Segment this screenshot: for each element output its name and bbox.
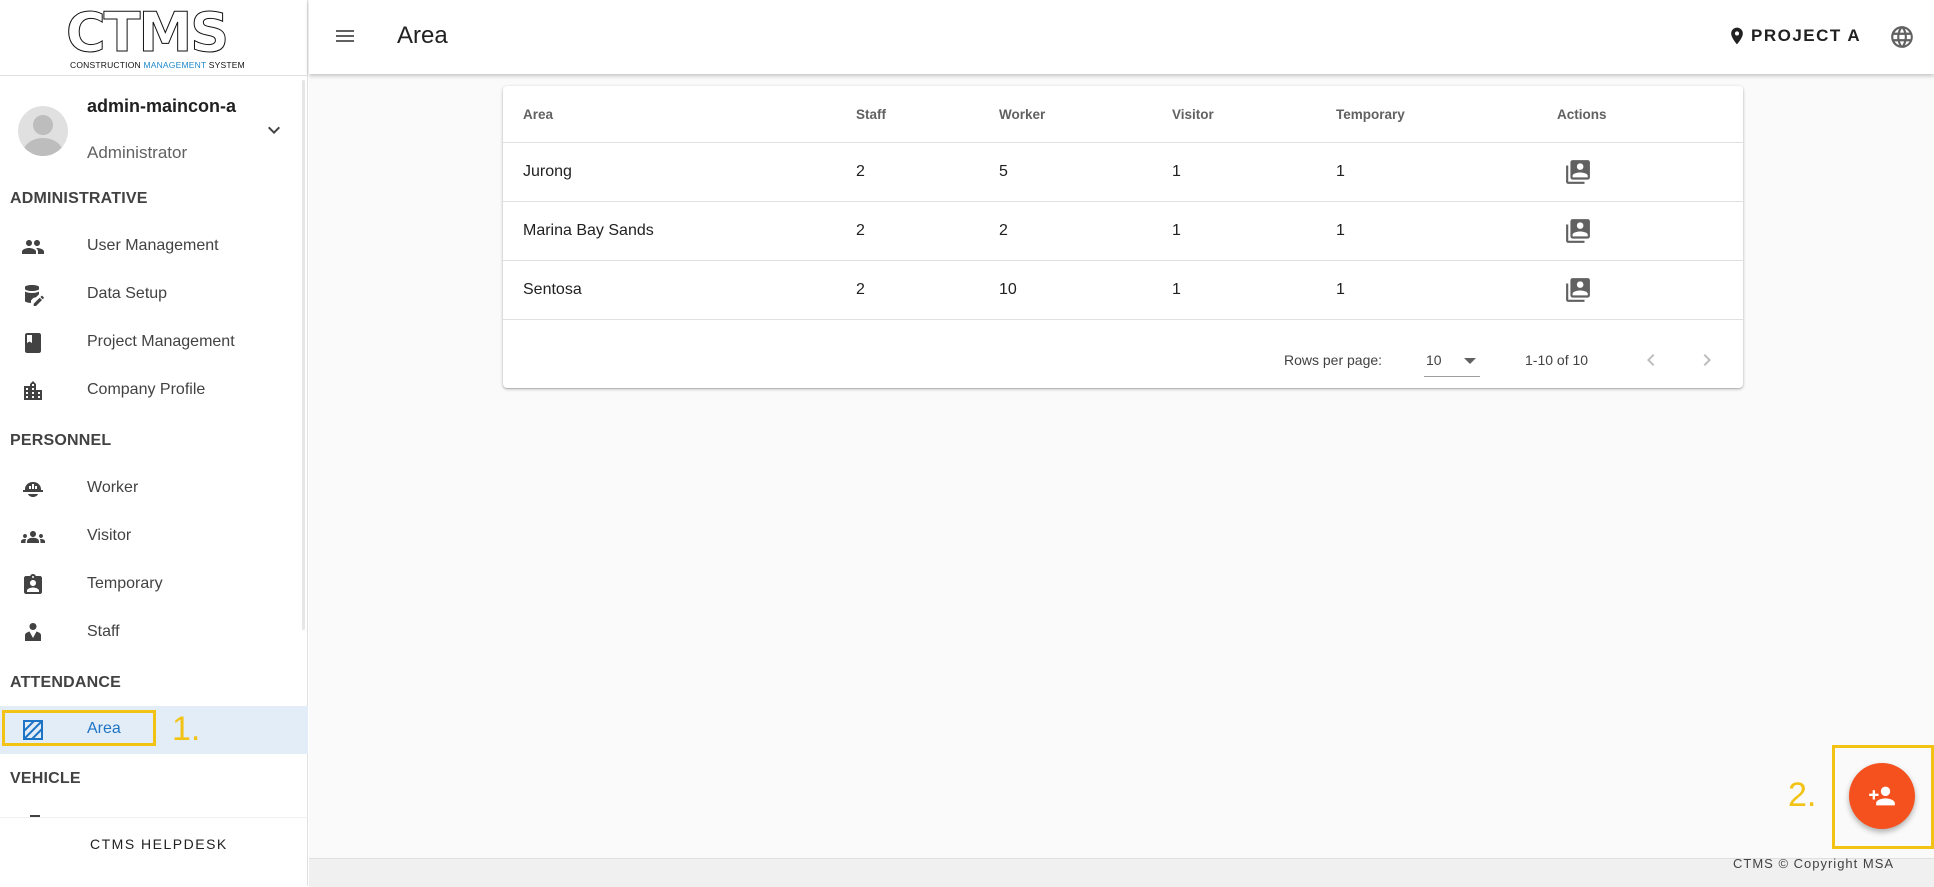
cell-actions bbox=[1557, 260, 1743, 320]
main-content: Area Staff Worker Visitor Temporary Acti… bbox=[309, 74, 1934, 886]
project-name: PROJECT A bbox=[1751, 26, 1862, 45]
user-name: admin-maincon-a bbox=[87, 96, 237, 116]
cell-worker: 2 bbox=[999, 201, 1172, 261]
badge-icon bbox=[24, 574, 42, 594]
sidebar-item-label: Worker bbox=[87, 479, 139, 496]
rows-per-page-label: Rows per page: bbox=[1284, 352, 1383, 368]
add-person-icon bbox=[1869, 786, 1895, 806]
cell-worker: 5 bbox=[999, 142, 1172, 202]
cell-visitor: 1 bbox=[1172, 201, 1336, 261]
view-details-icon[interactable] bbox=[1565, 277, 1591, 303]
sidebar-item-project-management[interactable]: Project Management bbox=[0, 319, 308, 367]
table-row[interactable]: Sentosa 2 10 1 1 bbox=[503, 260, 1743, 320]
annotation-2: 2. bbox=[1788, 776, 1817, 814]
highlight-box-1 bbox=[2, 710, 156, 746]
copyright-text: CTMS © Copyright MSA bbox=[1733, 856, 1895, 871]
sidebar-item-worker[interactable]: Worker bbox=[0, 465, 308, 513]
database-edit-icon bbox=[25, 285, 44, 306]
pagination-range: 1-10 of 10 bbox=[1525, 352, 1589, 368]
sidebar-item-company-profile[interactable]: Company Profile bbox=[0, 367, 308, 415]
building-icon bbox=[24, 381, 42, 400]
section-attendance: ATTENDANCE bbox=[10, 674, 122, 691]
cell-temporary: 1 bbox=[1336, 201, 1557, 261]
logo-text: CTMS bbox=[65, 1, 229, 64]
rows-per-page-value: 10 bbox=[1426, 352, 1442, 368]
column-header-worker[interactable]: Worker bbox=[999, 86, 1172, 143]
sidebar-item-label: User Management bbox=[87, 237, 219, 254]
column-header-actions: Actions bbox=[1557, 86, 1743, 143]
helpdesk-link[interactable]: CTMS HELPDESK bbox=[90, 836, 228, 852]
section-administrative: ADMINISTRATIVE bbox=[10, 190, 148, 207]
cell-visitor: 1 bbox=[1172, 260, 1336, 320]
sidebar-item-temporary[interactable]: Temporary bbox=[0, 561, 308, 609]
cell-staff: 2 bbox=[856, 142, 999, 202]
divider bbox=[0, 817, 308, 818]
table-row[interactable]: Marina Bay Sands 2 2 1 1 bbox=[503, 201, 1743, 261]
ctms-logo[interactable]: CTMS CONSTRUCTION MANAGEMENT SYSTEM bbox=[60, 1, 250, 70]
cell-worker: 10 bbox=[999, 260, 1172, 320]
logo-subtitle: CONSTRUCTION MANAGEMENT SYSTEM bbox=[70, 60, 245, 70]
cell-actions bbox=[1557, 142, 1743, 202]
sidebar-item-staff[interactable]: Staff bbox=[0, 609, 308, 657]
cell-temporary: 1 bbox=[1336, 260, 1557, 320]
view-details-icon[interactable] bbox=[1565, 159, 1591, 185]
add-area-button[interactable] bbox=[1849, 763, 1915, 829]
table-pagination: Rows per page: 10 1-10 of 10 bbox=[503, 332, 1743, 388]
sidebar-item-visitor[interactable]: Visitor bbox=[0, 513, 308, 561]
sidebar-item-label: Visitor bbox=[87, 527, 132, 544]
sidebar: CTMS CONSTRUCTION MANAGEMENT SYSTEM admi… bbox=[0, 0, 308, 886]
column-header-area[interactable]: Area bbox=[503, 86, 856, 143]
table-row[interactable]: Jurong 2 5 1 1 bbox=[503, 142, 1743, 202]
cell-actions bbox=[1557, 201, 1743, 261]
section-vehicle: VEHICLE bbox=[10, 770, 81, 787]
staff-icon bbox=[25, 623, 41, 641]
cell-area: Jurong bbox=[503, 142, 856, 202]
menu-icon[interactable] bbox=[331, 24, 359, 48]
table-header-row: Area Staff Worker Visitor Temporary Acti… bbox=[503, 86, 1743, 143]
annotation-1: 1. bbox=[172, 710, 201, 748]
sidebar-item-label: Staff bbox=[87, 623, 120, 640]
sidebar-item-data-setup[interactable]: Data Setup bbox=[0, 271, 308, 319]
rows-per-page-select[interactable]: 10 bbox=[1424, 344, 1480, 377]
column-header-visitor[interactable]: Visitor bbox=[1172, 86, 1336, 143]
user-role: Administrator bbox=[87, 143, 188, 162]
group-icon bbox=[21, 531, 45, 543]
cell-staff: 2 bbox=[856, 260, 999, 320]
sidebar-item-label: Data Setup bbox=[87, 285, 168, 302]
avatar bbox=[18, 106, 68, 156]
sidebar-item-label: Temporary bbox=[87, 575, 163, 592]
chevron-down-icon[interactable] bbox=[262, 118, 286, 142]
location-pin-icon bbox=[1731, 27, 1743, 45]
chevron-left-icon[interactable] bbox=[1639, 348, 1663, 372]
sidebar-item-label: Project Management bbox=[87, 333, 235, 350]
cell-area: Marina Bay Sands bbox=[503, 201, 856, 261]
globe-icon[interactable] bbox=[1889, 24, 1915, 50]
view-details-icon[interactable] bbox=[1565, 218, 1591, 244]
sidebar-item-user-management[interactable]: User Management bbox=[0, 223, 308, 271]
hard-hat-icon bbox=[23, 482, 43, 497]
area-table: Area Staff Worker Visitor Temporary Acti… bbox=[503, 86, 1743, 320]
column-header-staff[interactable]: Staff bbox=[856, 86, 999, 143]
sidebar-item-label: Company Profile bbox=[87, 381, 206, 398]
page-title: Area bbox=[397, 22, 448, 49]
column-header-temporary[interactable]: Temporary bbox=[1336, 86, 1557, 143]
area-table-card: Area Staff Worker Visitor Temporary Acti… bbox=[503, 86, 1743, 388]
top-app-bar: Area PROJECT A bbox=[309, 0, 1934, 74]
dropdown-arrow-icon bbox=[1464, 358, 1476, 364]
cell-staff: 2 bbox=[856, 201, 999, 261]
section-personnel: PERSONNEL bbox=[10, 432, 112, 449]
chevron-right-icon[interactable] bbox=[1695, 348, 1719, 372]
cell-visitor: 1 bbox=[1172, 142, 1336, 202]
footer-bar bbox=[309, 858, 1934, 887]
people-icon bbox=[22, 240, 44, 254]
book-icon bbox=[25, 333, 41, 353]
cell-area: Sentosa bbox=[503, 260, 856, 320]
cell-temporary: 1 bbox=[1336, 142, 1557, 202]
